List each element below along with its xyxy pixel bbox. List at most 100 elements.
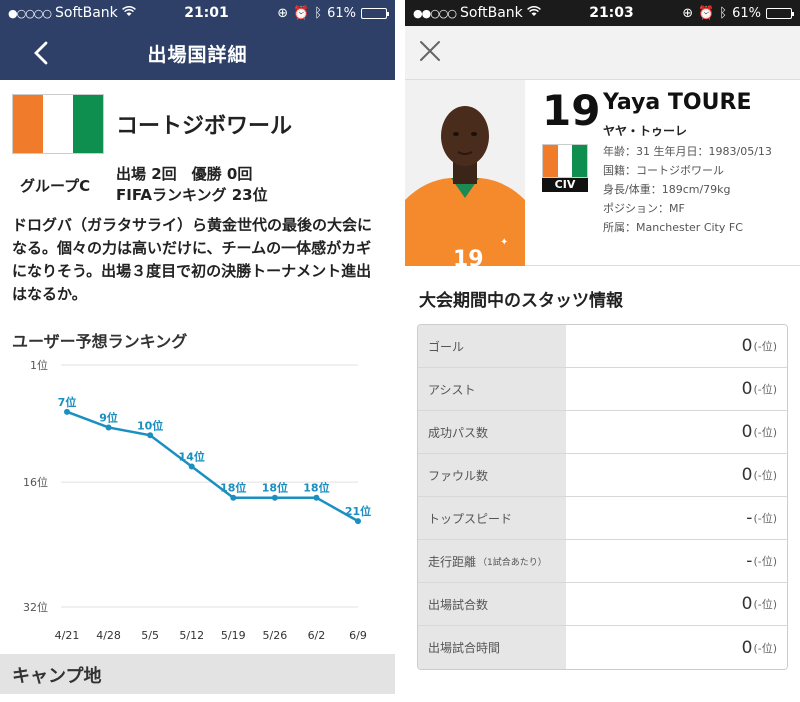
left-screen: ●○○○○ SoftBank 21:01 ⊕ ⏰ ᛒ 61% 出場国詳細 コート…: [0, 0, 395, 702]
wifi-icon: [121, 5, 136, 21]
close-bar: [405, 26, 800, 80]
stat-label: ファウル数: [418, 454, 566, 496]
player-number: 19: [542, 86, 601, 135]
stat-value-rank: (-位): [753, 340, 777, 353]
country-code: CIV: [542, 178, 588, 192]
data-label: 10位: [137, 418, 163, 432]
group-label: グループC: [20, 176, 91, 195]
stat-label: 出場試合数: [418, 583, 566, 625]
carrier-name: SoftBank: [460, 5, 523, 21]
stat-label: 成功パス数: [418, 411, 566, 453]
stat-label: 出場試合時間: [418, 626, 566, 669]
country-name: コートジボワール: [116, 114, 293, 139]
rotation-lock-icon: ⊕: [277, 5, 289, 21]
data-label: 18位: [262, 481, 288, 495]
stat-label-text: 出場試合時間: [428, 641, 501, 655]
status-right: ⊕ ⏰ ᛒ 61%: [682, 5, 794, 21]
data-point: [313, 494, 320, 501]
player-name: Yaya TOURE: [603, 90, 752, 115]
alarm-icon: ⏰: [293, 5, 310, 21]
data-point: [355, 518, 361, 525]
stat-row: 出場試合数 0 (-位): [418, 583, 787, 626]
country-flag: [12, 94, 104, 154]
status-right: ⊕ ⏰ ᛒ 61%: [277, 5, 389, 21]
stat-value-number: -: [746, 551, 753, 571]
player-card: ✦ 19 19 Yaya TOURE ヤヤ・トゥーレ CIV 年齢：31 生年月…: [405, 80, 800, 266]
data-label: 14位: [179, 449, 205, 463]
stat-label-text: ファウル数: [428, 468, 489, 483]
data-point: [230, 494, 237, 501]
country-stats: グループC 出場 2回 優勝 0回 FIFAランキング 23位: [0, 156, 395, 206]
stat-row: ファウル数 0 (-位): [418, 454, 787, 497]
x-tick-label: 5/19: [221, 629, 246, 642]
player-kana: ヤヤ・トゥーレ: [603, 124, 688, 138]
stat-value-number: 0: [741, 637, 753, 658]
battery-icon: [361, 7, 389, 19]
x-tick-label: 5/26: [263, 629, 288, 642]
stat-label: 走行距離 （1試合あたり）: [418, 540, 566, 582]
data-point: [188, 463, 195, 470]
data-label: 7位: [58, 395, 77, 409]
stat-value-number: 0: [741, 422, 753, 442]
stats-table: ゴール 0 (-位) アシスト 0 (-位) 成功パス数 0 (-位) ファウル数 0 (-位) トップ…: [417, 324, 788, 670]
player-club: 所属：Manchester City FC: [603, 221, 743, 234]
x-tick-label: 5/12: [179, 629, 204, 642]
back-button[interactable]: [26, 36, 56, 70]
nav-bar: 出場国詳細: [0, 26, 395, 80]
y-tick-label: 32位: [23, 600, 48, 614]
country-description: ドログバ（ガラタサライ）ら黄金世代の最後の大会になる。個々の力は高いだけに、チー…: [12, 216, 373, 303]
carrier-name: SoftBank: [55, 5, 118, 21]
stat-label-text: ゴール: [428, 339, 465, 354]
stat-value-rank: (-位): [753, 598, 777, 611]
stat-value: 0 (-位): [566, 583, 787, 625]
stat-row: 走行距離 （1試合あたり） - (-位): [418, 540, 787, 583]
page-title: 出場国詳細: [147, 43, 248, 66]
battery-icon: [766, 7, 794, 19]
stat-value: - (-位): [566, 497, 787, 539]
carrier: ●○○○○ SoftBank: [8, 5, 136, 21]
stat-label-text: 走行距離: [428, 554, 477, 569]
stat-value-number: 0: [741, 336, 753, 356]
stat-label-text: 成功パス数: [428, 425, 489, 440]
stat-value: 0 (-位): [566, 411, 787, 453]
stat-value: 0 (-位): [566, 325, 787, 367]
data-point: [64, 408, 70, 415]
data-label: 18位: [303, 481, 329, 495]
data-point: [147, 432, 154, 439]
data-label: 9位: [99, 410, 118, 424]
bluetooth-icon: ᛒ: [314, 5, 323, 21]
stat-row: トップスピード - (-位): [418, 497, 787, 540]
stat-label-text: アシスト: [428, 382, 476, 397]
x-tick-label: 4/28: [96, 629, 121, 642]
svg-text:19: 19: [453, 247, 484, 266]
camp-section-title: キャンプ地: [0, 654, 395, 694]
stat-value: 0 (-位): [566, 454, 787, 496]
battery-percent: 61%: [732, 5, 761, 21]
stat-row: 出場試合時間 0 (-位): [418, 626, 787, 669]
stat-value-rank: (-位): [753, 426, 777, 439]
team-flag: CIV: [542, 144, 588, 192]
player-age: 年齢：31 生年月日：1983/05/13: [603, 145, 772, 158]
stat-value-rank: (-位): [753, 512, 777, 525]
stat-value-rank: (-位): [753, 555, 777, 568]
status-bar: ●○○○○ SoftBank 21:01 ⊕ ⏰ ᛒ 61%: [0, 0, 395, 26]
stat-value-rank: (-位): [753, 469, 777, 482]
x-tick-label: 6/2: [308, 629, 326, 642]
player-nationality: 国籍：コートジボワール: [603, 164, 724, 177]
close-button[interactable]: [417, 38, 443, 64]
stat-label: アシスト: [418, 368, 566, 410]
screen-divider: [395, 0, 405, 702]
clock: 21:03: [589, 5, 634, 21]
bluetooth-icon: ᛒ: [719, 5, 728, 21]
right-screen: ●●○○○ SoftBank 21:03 ⊕ ⏰ ᛒ 61% ✦ 19 19 Y…: [405, 0, 800, 702]
modal-header: ●●○○○ SoftBank 21:03 ⊕ ⏰ ᛒ 61%: [405, 0, 800, 80]
stats-lines: 出場 2回 優勝 0回 FIFAランキング 23位: [116, 164, 268, 206]
stat-label-text: トップスピード: [428, 511, 513, 526]
stat-label-note: （1試合あたり）: [478, 557, 547, 568]
player-info: 年齢：31 生年月日：1983/05/13 国籍：コートジボワール 身長/体重：…: [603, 142, 772, 237]
data-label: 18位: [220, 481, 246, 495]
header: ●○○○○ SoftBank 21:01 ⊕ ⏰ ᛒ 61% 出場国詳細: [0, 0, 395, 80]
signal-icon: ●●○○○: [413, 6, 457, 20]
stat-value-rank: (-位): [753, 641, 777, 655]
data-point: [271, 494, 278, 501]
